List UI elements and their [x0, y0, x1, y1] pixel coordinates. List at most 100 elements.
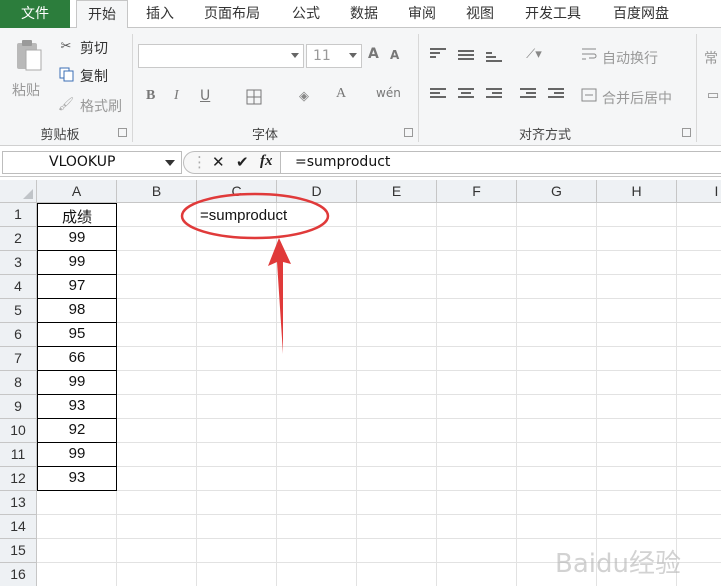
align-center-icon[interactable]: [458, 88, 474, 100]
cell-g4[interactable]: [517, 275, 597, 299]
cell-i10[interactable]: [677, 419, 721, 443]
font-color-button[interactable]: A: [336, 86, 346, 102]
cell-c3[interactable]: [197, 251, 277, 275]
grow-font-button[interactable]: A: [368, 46, 379, 62]
cell-i9[interactable]: [677, 395, 721, 419]
row-header-7[interactable]: 7: [0, 347, 37, 371]
tab-page-layout[interactable]: 页面布局: [192, 0, 272, 28]
cell-f14[interactable]: [437, 515, 517, 539]
cell-d9[interactable]: [277, 395, 357, 419]
row-header-8[interactable]: 8: [0, 371, 37, 395]
column-header-c[interactable]: C: [197, 180, 277, 203]
cell-a3[interactable]: 99: [37, 251, 117, 275]
name-box[interactable]: VLOOKUP: [2, 151, 182, 174]
cell-g6[interactable]: [517, 323, 597, 347]
tab-formulas[interactable]: 公式: [280, 0, 332, 28]
merge-center-icon[interactable]: [580, 86, 598, 104]
cell-e15[interactable]: [357, 539, 437, 563]
row-header-5[interactable]: 5: [0, 299, 37, 323]
cell-e16[interactable]: [357, 563, 437, 586]
currency-icon[interactable]: ▭: [706, 86, 720, 104]
wrap-text-button[interactable]: 自动换行: [602, 48, 658, 68]
fill-color-icon[interactable]: ◈: [294, 86, 314, 106]
cell-f2[interactable]: [437, 227, 517, 251]
cell-h7[interactable]: [597, 347, 677, 371]
cell-d13[interactable]: [277, 491, 357, 515]
cell-a10[interactable]: 92: [37, 419, 117, 443]
cell-h11[interactable]: [597, 443, 677, 467]
middle-align-icon[interactable]: [458, 50, 474, 62]
tab-review[interactable]: 审阅: [396, 0, 448, 28]
row-header-4[interactable]: 4: [0, 275, 37, 299]
cell-h2[interactable]: [597, 227, 677, 251]
cell-g5[interactable]: [517, 299, 597, 323]
cell-c10[interactable]: [197, 419, 277, 443]
cell-i2[interactable]: [677, 227, 721, 251]
cell-d11[interactable]: [277, 443, 357, 467]
cell-f4[interactable]: [437, 275, 517, 299]
cell-i6[interactable]: [677, 323, 721, 347]
decrease-indent-icon[interactable]: [520, 88, 536, 100]
cell-d15[interactable]: [277, 539, 357, 563]
cell-i11[interactable]: [677, 443, 721, 467]
cell-h3[interactable]: [597, 251, 677, 275]
column-header-a[interactable]: A: [37, 180, 117, 203]
formula-input[interactable]: =sumproduct: [281, 151, 721, 174]
cut-button[interactable]: 剪切: [80, 38, 108, 58]
cell-i12[interactable]: [677, 467, 721, 491]
column-header-f[interactable]: F: [437, 180, 517, 203]
cell-b5[interactable]: [117, 299, 197, 323]
font-size-combo[interactable]: 11: [306, 44, 362, 68]
cell-i15[interactable]: [677, 539, 721, 563]
cell-g12[interactable]: [517, 467, 597, 491]
orientation-icon[interactable]: ⟋▾: [520, 46, 548, 62]
cell-f16[interactable]: [437, 563, 517, 586]
cell-g10[interactable]: [517, 419, 597, 443]
row-header-14[interactable]: 14: [0, 515, 37, 539]
cell-b15[interactable]: [117, 539, 197, 563]
font-name-combo[interactable]: [138, 44, 304, 68]
cell-g8[interactable]: [517, 371, 597, 395]
cell-h8[interactable]: [597, 371, 677, 395]
cell-a7[interactable]: 66: [37, 347, 117, 371]
underline-button[interactable]: U: [200, 88, 210, 104]
row-header-2[interactable]: 2: [0, 227, 37, 251]
cell-h6[interactable]: [597, 323, 677, 347]
cell-h10[interactable]: [597, 419, 677, 443]
column-header-d[interactable]: D: [277, 180, 357, 203]
cell-b14[interactable]: [117, 515, 197, 539]
merge-center-button[interactable]: 合并后居中: [602, 88, 672, 108]
cell-i1[interactable]: [677, 203, 721, 227]
paste-button[interactable]: 粘贴: [12, 80, 40, 100]
cell-c6[interactable]: [197, 323, 277, 347]
cell-b2[interactable]: [117, 227, 197, 251]
cell-e12[interactable]: [357, 467, 437, 491]
cell-c14[interactable]: [197, 515, 277, 539]
cell-e3[interactable]: [357, 251, 437, 275]
cell-e2[interactable]: [357, 227, 437, 251]
row-header-15[interactable]: 15: [0, 539, 37, 563]
cell-e8[interactable]: [357, 371, 437, 395]
cell-b11[interactable]: [117, 443, 197, 467]
cell-b9[interactable]: [117, 395, 197, 419]
alignment-launcher-icon[interactable]: [682, 128, 691, 137]
cell-c2[interactable]: [197, 227, 277, 251]
cell-g2[interactable]: [517, 227, 597, 251]
cell-h9[interactable]: [597, 395, 677, 419]
cell-a13[interactable]: [37, 491, 117, 515]
cell-g9[interactable]: [517, 395, 597, 419]
cell-i5[interactable]: [677, 299, 721, 323]
cell-a1[interactable]: 成绩: [37, 203, 117, 227]
copy-button[interactable]: 复制: [80, 66, 108, 86]
cell-b7[interactable]: [117, 347, 197, 371]
font-launcher-icon[interactable]: [404, 128, 413, 137]
cell-c5[interactable]: [197, 299, 277, 323]
row-header-1[interactable]: 1: [0, 203, 37, 227]
column-header-e[interactable]: E: [357, 180, 437, 203]
cell-e11[interactable]: [357, 443, 437, 467]
cell-g3[interactable]: [517, 251, 597, 275]
cell-d16[interactable]: [277, 563, 357, 586]
cell-d8[interactable]: [277, 371, 357, 395]
cell-a14[interactable]: [37, 515, 117, 539]
cell-h5[interactable]: [597, 299, 677, 323]
